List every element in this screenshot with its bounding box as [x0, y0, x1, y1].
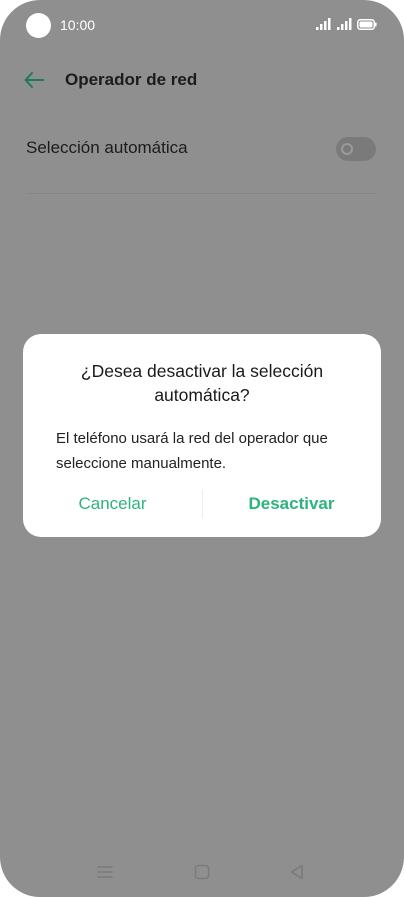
toggle-knob [341, 143, 353, 155]
back-triangle-icon[interactable] [287, 862, 307, 882]
auto-select-toggle[interactable] [336, 137, 376, 161]
phone-screen: 10:00 Operador de red Selección automáti… [0, 0, 404, 897]
signal-icon [337, 18, 352, 30]
status-time: 10:00 [60, 17, 96, 33]
battery-icon [357, 19, 377, 30]
camera-cutout [26, 13, 51, 38]
arrow-left-icon[interactable] [22, 68, 46, 92]
navigation-bar [0, 856, 404, 888]
setting-row-auto-select[interactable]: Selección automática [26, 122, 376, 178]
divider [26, 193, 376, 194]
app-bar: Operador de red [0, 58, 404, 104]
cancel-button[interactable]: Cancelar [23, 494, 202, 518]
home-icon[interactable] [192, 862, 212, 882]
deactivate-button[interactable]: Desactivar [202, 494, 381, 518]
confirm-dialog: ¿Desea desactivar la selección automátic… [23, 334, 381, 537]
page-title: Operador de red [65, 70, 198, 89]
menu-icon[interactable] [95, 862, 115, 882]
signal-icon [316, 18, 331, 30]
status-bar: 10:00 [0, 0, 404, 50]
dialog-message: El teléfono usará la red del operador qu… [56, 430, 328, 472]
dialog-title: ¿Desea desactivar la selección automátic… [80, 361, 324, 405]
setting-label: Selección automática [26, 138, 188, 157]
